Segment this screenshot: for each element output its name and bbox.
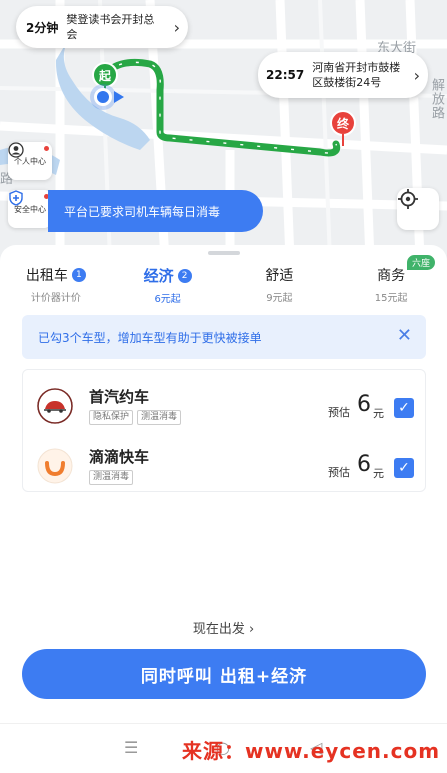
car-name: 滴滴快车 (89, 448, 150, 466)
ride-options-sheet: 出租车 1 计价器计价 经济 2 6元起 舒适 9元起 六座 商务 15元起 已勾3… (0, 245, 447, 773)
tab-subtitle: 6元起 (154, 294, 181, 305)
road-label-jiefanglu: 解放路 (429, 78, 444, 120)
selection-count-badge: 1 (71, 268, 86, 282)
tag-disinfection: 测温消毒 (137, 410, 182, 425)
start-place-name: 樊登读书会开封总会 (66, 13, 155, 41)
pickup-eta: 2分钟 (26, 20, 59, 35)
tab-label: 出租车 (25, 268, 68, 284)
tab-subtitle: 计价器计价 (30, 293, 81, 304)
safety-center-button[interactable]: 安全中心 (8, 190, 52, 228)
menu-icon[interactable]: ☰ (124, 738, 138, 757)
price-unit: 元 (373, 467, 384, 480)
close-icon[interactable]: ✕ (397, 327, 412, 345)
tab-economy[interactable]: 经济 2 6元起 (112, 265, 224, 309)
current-location-icon (94, 88, 112, 106)
tab-taxi[interactable]: 出租车 1 计价器计价 (0, 265, 112, 309)
locate-me-button[interactable] (397, 188, 439, 230)
tab-label: 经济 (143, 267, 174, 285)
six-seat-tag: 六座 (406, 255, 435, 270)
tag-privacy: 隐私保护 (89, 410, 134, 425)
user-icon (8, 142, 24, 158)
departure-time-selector[interactable]: 现在出发 › (0, 618, 447, 637)
heading-arrow-icon (114, 91, 124, 103)
sheet-drag-handle[interactable] (208, 251, 240, 255)
tab-subtitle: 9元起 (266, 293, 293, 304)
map-view[interactable]: 东大街 解放路 路 2分钟 樊登读书会开封总会 › 22:57 河南省开封市鼓楼… (0, 0, 447, 260)
personal-center-button[interactable]: 个人中心 (8, 142, 52, 180)
hint-text: 已勾3个车型，增加车型有助于更快被接单 (38, 330, 262, 345)
tag-disinfection: 测温消毒 (89, 470, 134, 485)
tab-comfort[interactable]: 舒适 9元起 (224, 265, 336, 309)
shield-plus-icon (9, 190, 23, 206)
watermark-text: 来源：www.eycen.com (182, 739, 441, 763)
start-pin: 起 (92, 62, 118, 88)
end-pin: 终 (330, 110, 356, 136)
end-pin-stem (342, 134, 344, 146)
estimated-price: 6 (357, 392, 371, 417)
car-type-tabs: 出租车 1 计价器计价 经济 2 6元起 舒适 9元起 六座 商务 15元起 (0, 255, 447, 309)
start-location-bubble[interactable]: 2分钟 樊登读书会开封总会 › (16, 6, 188, 48)
car-tags: 测温消毒 (89, 470, 134, 485)
select-checkbox[interactable]: ✓ (394, 458, 414, 478)
shouqi-logo-icon (37, 388, 73, 424)
estimated-price: 6 (357, 452, 371, 477)
select-checkbox[interactable]: ✓ (394, 398, 414, 418)
chevron-right-icon: › (413, 65, 420, 85)
car-option-didi[interactable]: 滴滴快车 测温消毒 预估 6 元 ✓ (23, 432, 425, 492)
tab-business[interactable]: 六座 商务 15元起 (335, 255, 447, 309)
estimate-label: 预估 (328, 466, 350, 479)
crosshair-icon (398, 189, 418, 209)
selection-count-badge: 2 (177, 268, 192, 283)
tab-label: 商务 (377, 268, 406, 284)
chevron-right-icon: › (173, 17, 180, 37)
price-unit: 元 (373, 407, 384, 420)
notification-dot (44, 146, 49, 151)
disinfection-notice[interactable]: 平台已要求司机车辆每日消毒 (48, 190, 263, 232)
call-car-button[interactable]: 同时呼叫 出租+经济 (22, 649, 426, 699)
departure-label: 现在出发 (192, 622, 245, 637)
arrival-time: 22:57 (266, 68, 305, 82)
car-name: 首汽约车 (89, 388, 150, 406)
chevron-right-icon: › (248, 622, 255, 637)
car-option-list: 首汽约车 隐私保护 测温消毒 预估 6 元 ✓ 滴滴快车 测温消毒 预估 6 元… (22, 369, 426, 492)
didi-logo-icon (37, 448, 73, 484)
selection-hint-banner: 已勾3个车型，增加车型有助于更快被接单 ✕ (22, 315, 426, 359)
car-option-shouqi[interactable]: 首汽约车 隐私保护 测温消毒 预估 6 元 ✓ (23, 372, 425, 432)
tab-label: 舒适 (265, 268, 294, 284)
car-tags: 隐私保护 测温消毒 (89, 410, 182, 425)
estimate-label: 预估 (328, 406, 350, 419)
tab-subtitle: 15元起 (374, 293, 408, 304)
end-location-bubble[interactable]: 22:57 河南省开封市鼓楼区鼓楼街24号 › (258, 52, 428, 98)
end-place-name: 河南省开封市鼓楼区鼓楼街24号 (312, 61, 401, 89)
